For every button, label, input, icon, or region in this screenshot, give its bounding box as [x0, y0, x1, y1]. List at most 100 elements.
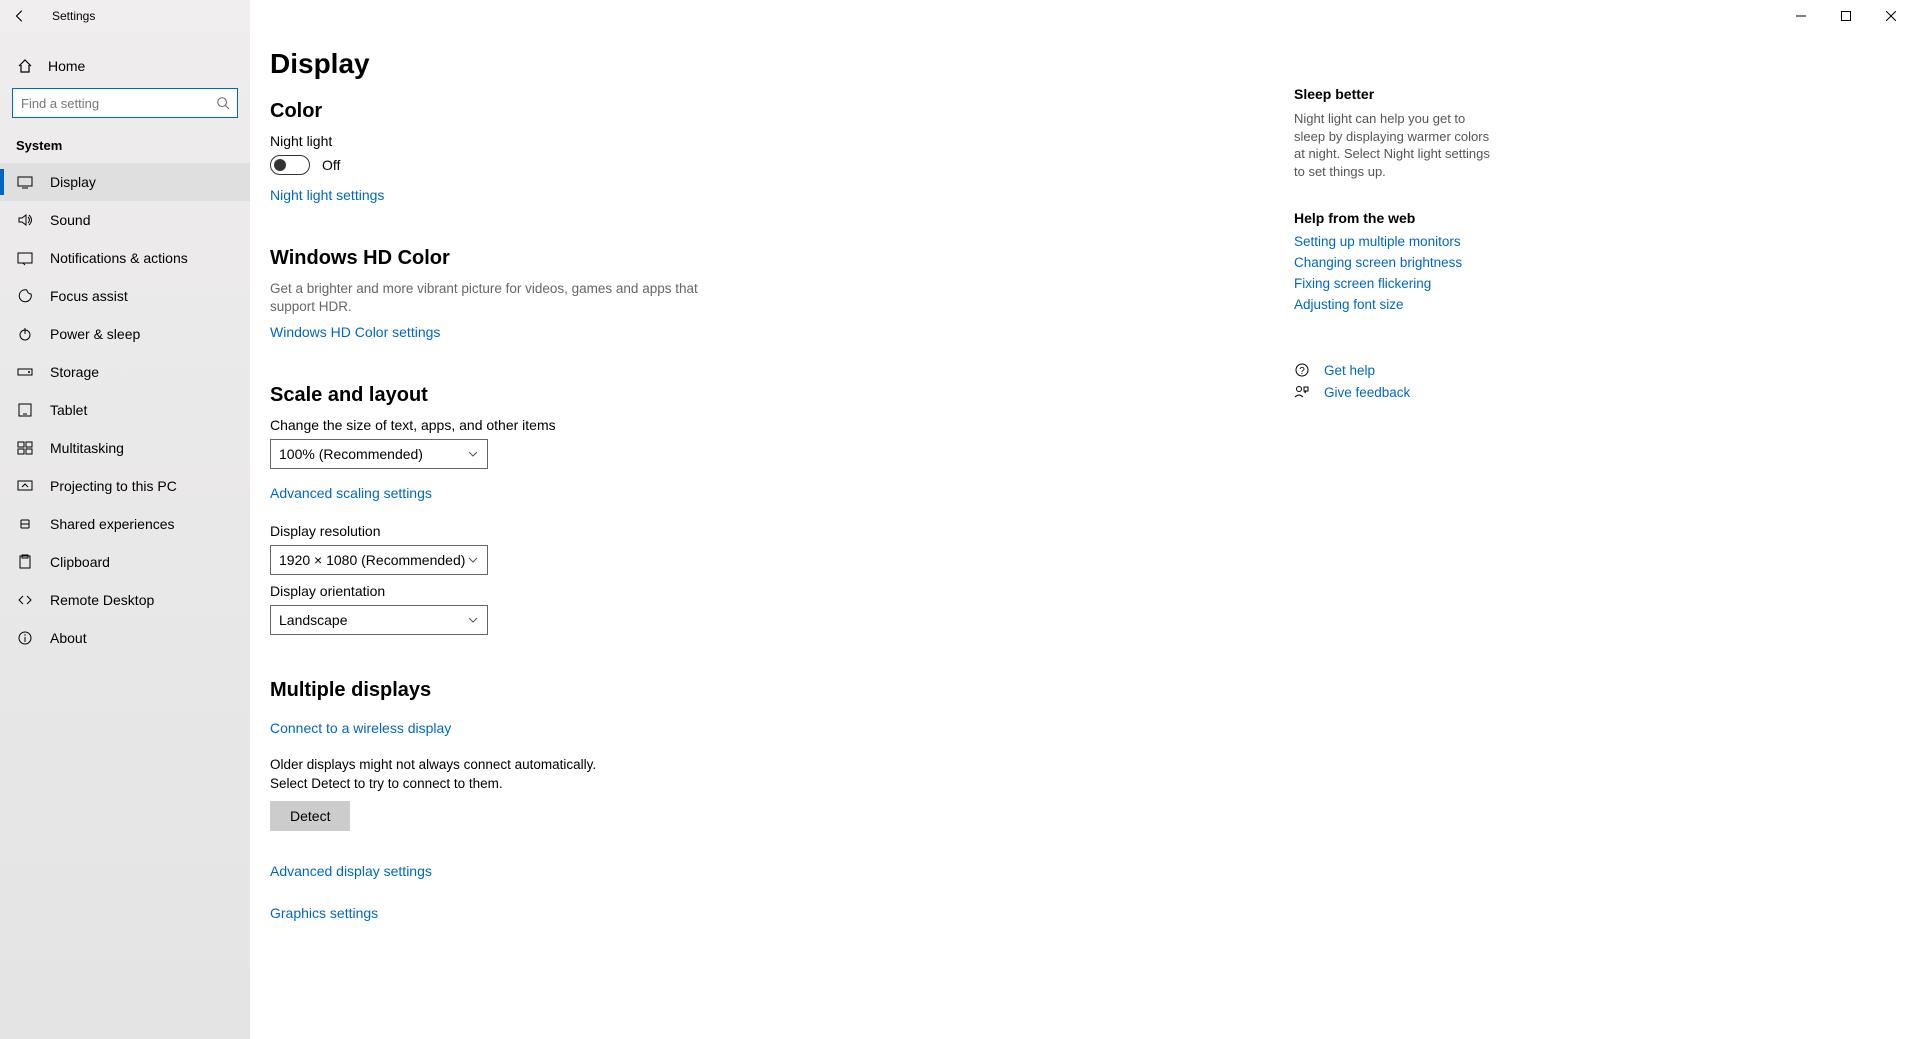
title-bar: Settings: [0, 0, 1913, 32]
page-title: Display: [270, 48, 1030, 80]
sidebar-item-tablet[interactable]: Tablet: [0, 391, 250, 429]
graphics-settings-link[interactable]: Graphics settings: [270, 905, 1030, 921]
sidebar-item-projecting[interactable]: Projecting to this PC: [0, 467, 250, 505]
sidebar-item-label: Sound: [50, 212, 90, 228]
minimize-icon: [1796, 11, 1806, 21]
section-heading-color: Color: [270, 100, 1030, 123]
arrow-left-icon: [13, 9, 27, 23]
advanced-scaling-link[interactable]: Advanced scaling settings: [270, 485, 432, 501]
detect-desc: Older displays might not always connect …: [270, 756, 630, 792]
help-link-font-size[interactable]: Adjusting font size: [1294, 297, 1494, 312]
section-heading-multi: Multiple displays: [270, 679, 1030, 702]
sidebar-item-label: Tablet: [50, 402, 87, 418]
sidebar-item-label: Focus assist: [50, 288, 128, 304]
sidebar-item-multitasking[interactable]: Multitasking: [0, 429, 250, 467]
focus-assist-icon: [16, 288, 34, 304]
search-input[interactable]: [12, 88, 238, 118]
tablet-icon: [16, 402, 34, 418]
feedback-icon: [1294, 384, 1310, 400]
resolution-value: 1920 × 1080 (Recommended): [279, 552, 465, 568]
hdcolor-desc: Get a brighter and more vibrant picture …: [270, 280, 710, 316]
sidebar-item-remote[interactable]: Remote Desktop: [0, 581, 250, 619]
multitasking-icon: [16, 440, 34, 456]
sidebar-item-label: Shared experiences: [50, 516, 175, 532]
advanced-display-link[interactable]: Advanced display settings: [270, 863, 1030, 879]
get-help-label: Get help: [1324, 363, 1375, 378]
night-light-state: Off: [322, 157, 340, 173]
display-icon: [16, 174, 34, 190]
sidebar-item-notifications[interactable]: Notifications & actions: [0, 239, 250, 277]
orientation-dropdown[interactable]: Landscape: [270, 605, 488, 635]
shared-icon: [16, 516, 34, 532]
minimize-button[interactable]: [1778, 0, 1823, 32]
notifications-icon: [16, 250, 34, 266]
sidebar-section-label: System: [0, 126, 250, 163]
night-light-toggle[interactable]: [270, 155, 310, 175]
maximize-icon: [1841, 11, 1851, 21]
sidebar-item-label: Notifications & actions: [50, 250, 188, 266]
window-controls: [1778, 0, 1913, 32]
resolution-dropdown[interactable]: 1920 × 1080 (Recommended): [270, 545, 488, 575]
text-size-label: Change the size of text, apps, and other…: [270, 417, 1030, 433]
back-button[interactable]: [0, 0, 40, 32]
detect-button[interactable]: Detect: [270, 801, 350, 831]
sidebar-item-label: Remote Desktop: [50, 592, 154, 608]
sidebar-item-shared[interactable]: Shared experiences: [0, 505, 250, 543]
sidebar-item-label: Display: [50, 174, 96, 190]
close-icon: [1886, 11, 1896, 21]
get-help-link[interactable]: ? Get help: [1294, 362, 1494, 378]
window-title: Settings: [52, 9, 95, 23]
help-link-brightness[interactable]: Changing screen brightness: [1294, 255, 1494, 270]
right-panel: Sleep better Night light can help you ge…: [1294, 80, 1494, 400]
about-icon: [16, 630, 34, 646]
sidebar-item-label: Power & sleep: [50, 326, 140, 342]
help-icon: ?: [1294, 362, 1310, 378]
help-web-heading: Help from the web: [1294, 210, 1494, 226]
sidebar-item-power[interactable]: Power & sleep: [0, 315, 250, 353]
section-heading-hdcolor: Windows HD Color: [270, 247, 1030, 270]
storage-icon: [16, 364, 34, 380]
text-size-value: 100% (Recommended): [279, 446, 423, 462]
maximize-button[interactable]: [1823, 0, 1868, 32]
main-content: Display Color Night light Off Night ligh…: [250, 32, 1913, 1039]
sidebar-item-label: Multitasking: [50, 440, 124, 456]
remote-icon: [16, 592, 34, 608]
chevron-down-icon: [467, 554, 479, 566]
projecting-icon: [16, 478, 34, 494]
resolution-label: Display resolution: [270, 523, 1030, 539]
sleep-better-heading: Sleep better: [1294, 86, 1494, 102]
give-feedback-link[interactable]: Give feedback: [1294, 384, 1494, 400]
sidebar-item-sound[interactable]: Sound: [0, 201, 250, 239]
night-light-settings-link[interactable]: Night light settings: [270, 187, 384, 203]
sidebar-item-label: About: [50, 630, 87, 646]
search-icon: [216, 96, 230, 110]
text-size-dropdown[interactable]: 100% (Recommended): [270, 439, 488, 469]
sidebar-item-label: Storage: [50, 364, 99, 380]
sidebar-item-about[interactable]: About: [0, 619, 250, 657]
home-nav-item[interactable]: Home: [0, 46, 250, 86]
sidebar: Home System Display Sound Notifications …: [0, 32, 250, 1039]
hdcolor-settings-link[interactable]: Windows HD Color settings: [270, 324, 440, 340]
orientation-label: Display orientation: [270, 583, 1030, 599]
power-icon: [16, 326, 34, 342]
home-icon: [16, 58, 34, 74]
sidebar-item-display[interactable]: Display: [0, 163, 250, 201]
section-heading-scale: Scale and layout: [270, 384, 1030, 407]
sidebar-item-storage[interactable]: Storage: [0, 353, 250, 391]
home-label: Home: [48, 58, 85, 74]
connect-wireless-link[interactable]: Connect to a wireless display: [270, 720, 451, 736]
chevron-down-icon: [467, 614, 479, 626]
clipboard-icon: [16, 554, 34, 570]
close-button[interactable]: [1868, 0, 1913, 32]
help-link-flickering[interactable]: Fixing screen flickering: [1294, 276, 1494, 291]
detect-button-label: Detect: [290, 808, 330, 824]
help-link-multiple-monitors[interactable]: Setting up multiple monitors: [1294, 234, 1494, 249]
sidebar-item-label: Projecting to this PC: [50, 478, 177, 494]
sidebar-item-focus-assist[interactable]: Focus assist: [0, 277, 250, 315]
night-light-label: Night light: [270, 133, 1030, 149]
give-feedback-label: Give feedback: [1324, 385, 1410, 400]
chevron-down-icon: [467, 448, 479, 460]
sleep-better-text: Night light can help you get to sleep by…: [1294, 110, 1494, 180]
sidebar-item-clipboard[interactable]: Clipboard: [0, 543, 250, 581]
orientation-value: Landscape: [279, 612, 348, 628]
